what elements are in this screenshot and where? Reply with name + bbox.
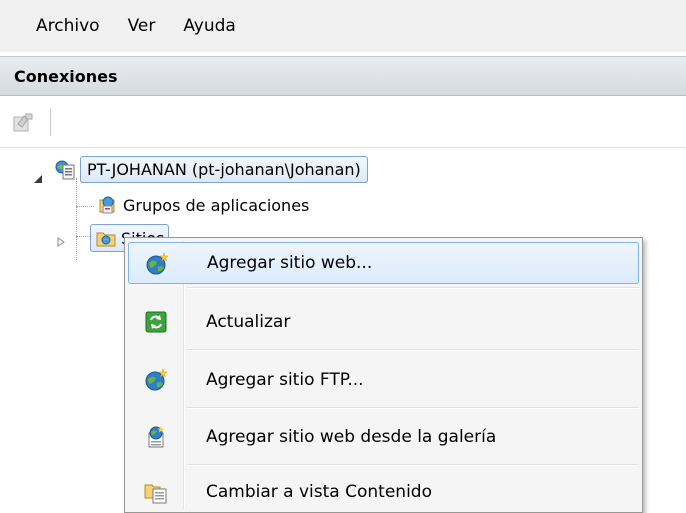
menu-item-label: Cambiar a vista Contenido (206, 482, 432, 502)
menu-item-label: Actualizar (206, 312, 291, 332)
menu-bar: Archivo Ver Ayuda (0, 0, 686, 52)
gallery-globe-icon (144, 425, 168, 449)
collapse-triangle-icon[interactable] (33, 169, 43, 183)
refresh-icon (144, 310, 168, 334)
menu-item-content-view[interactable]: Cambiar a vista Contenido (128, 471, 639, 513)
toolbar-separator (50, 108, 51, 136)
menu-separator (187, 464, 639, 466)
menu-separator (187, 349, 639, 351)
menu-ver[interactable]: Ver (114, 12, 170, 40)
menu-item-add-website[interactable]: Agregar sitio web... (128, 242, 639, 284)
server-label: PT-JOHANAN (pt-johanan\Johanan) (80, 156, 368, 183)
tree-node-app-pools[interactable]: Grupos de aplicaciones (96, 194, 309, 216)
connections-panel-header: Conexiones (0, 56, 686, 96)
context-menu: Agregar sitio web... Actualizar Agregar … (124, 237, 643, 513)
menu-separator (187, 287, 639, 289)
globe-star-icon (144, 368, 168, 392)
menu-item-label: Agregar sitio FTP... (206, 370, 364, 390)
menu-item-label: Agregar sitio web desde la galería (206, 427, 497, 447)
globe-star-icon (145, 252, 169, 276)
sites-folder-icon (95, 227, 117, 249)
menu-archivo[interactable]: Archivo (22, 12, 114, 40)
menu-ayuda[interactable]: Ayuda (169, 12, 250, 40)
tree-connector-app-pools (76, 206, 94, 207)
menu-item-refresh[interactable]: Actualizar (128, 301, 639, 343)
tree-node-server[interactable]: PT-JOHANAN (pt-johanan\Johanan) (54, 156, 368, 183)
app-pools-icon (96, 194, 118, 216)
connect-icon[interactable] (12, 112, 36, 134)
tree-connector-vertical (76, 178, 77, 260)
menu-item-label: Agregar sitio web... (207, 253, 373, 273)
panel-title: Conexiones (14, 66, 118, 86)
expand-triangle-icon[interactable] (56, 232, 66, 247)
menu-item-add-website-gallery[interactable]: Agregar sitio web desde la galería (128, 416, 639, 458)
server-icon (54, 159, 76, 181)
app-pools-label: Grupos de aplicaciones (123, 195, 310, 215)
menu-separator (187, 407, 639, 409)
connections-toolbar (0, 96, 686, 148)
content-view-icon (144, 480, 168, 504)
menu-item-add-ftp-site[interactable]: Agregar sitio FTP... (128, 359, 639, 401)
